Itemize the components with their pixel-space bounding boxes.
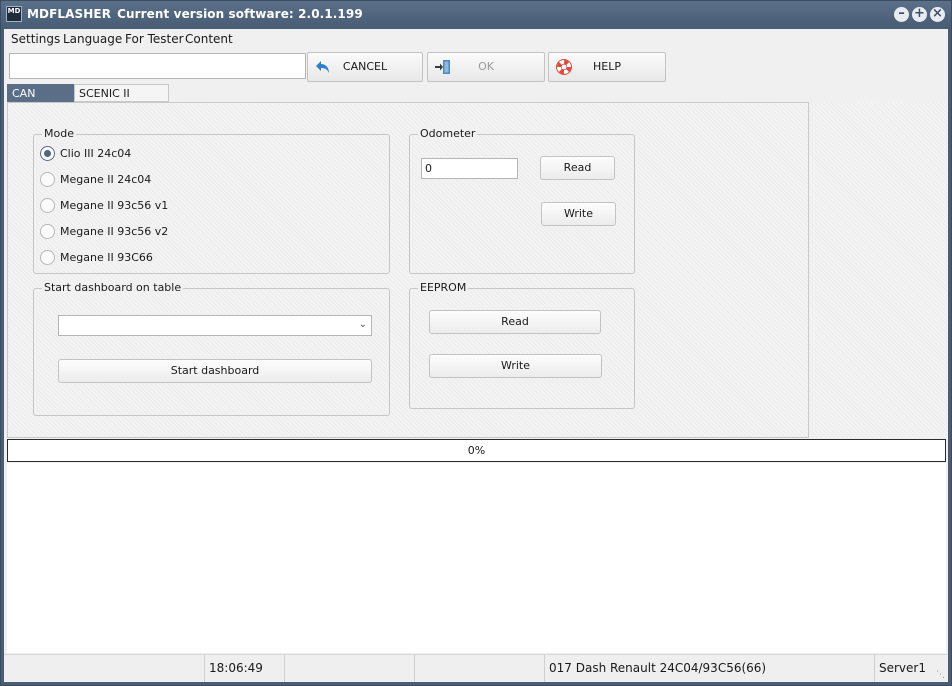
panel-background — [809, 102, 948, 438]
start-dashboard-button[interactable]: Start dashboard — [58, 359, 372, 383]
tab-scenic-ii-93c56[interactable]: SCENIC II 93C56 — [74, 84, 169, 117]
cancel-label: CANCEL — [342, 60, 388, 73]
window-title: MDFLASHER Current version software: 2.0.1… — [27, 7, 363, 21]
radio-button[interactable] — [40, 224, 55, 239]
tab-can-obdii[interactable]: CAN OBDII — [7, 84, 74, 117]
radio-button[interactable] — [40, 146, 55, 161]
status-cell-empty — [284, 655, 414, 682]
tab-panel: Mode Clio III 24c04 Megane II 24c04 Mega… — [7, 102, 809, 438]
mode-option-label: Megane II 24c04 — [60, 173, 152, 186]
app-window: MD MDFLASHER Current version software: 2.… — [0, 0, 952, 686]
radio-button[interactable] — [40, 172, 55, 187]
minimize-icon[interactable]: – — [894, 7, 909, 22]
radio-button[interactable] — [40, 198, 55, 213]
odometer-write-button[interactable]: Write — [541, 202, 616, 226]
ok-label: OK — [478, 60, 494, 73]
odometer-group: Odometer 0 Read Write — [409, 127, 635, 274]
status-bar: 18:06:49 017 Dash Renault 24C04/93C56(66… — [4, 654, 948, 682]
progress-text: 0% — [467, 444, 486, 457]
progress-bar: 0% — [7, 439, 946, 462]
chevron-down-icon: ⌄ — [358, 319, 367, 330]
mode-group: Mode Clio III 24c04 Megane II 24c04 Mega… — [33, 127, 390, 274]
close-icon[interactable]: × — [930, 7, 945, 22]
help-button[interactable]: HELP — [548, 52, 666, 82]
dashboard-select[interactable]: ⌄ — [58, 315, 372, 336]
enter-door-icon — [435, 60, 450, 74]
maximize-icon[interactable]: + — [912, 7, 927, 22]
client-area: Settings Language For Tester Content CAN… — [4, 29, 948, 682]
status-device: 017 Dash Renault 24C04/93C56(66) — [544, 655, 874, 682]
odometer-group-title: Odometer — [418, 127, 478, 140]
menu-language[interactable]: Language — [63, 32, 122, 46]
resize-grip-icon[interactable]: ⋱ — [936, 670, 946, 680]
radio-button[interactable] — [40, 250, 55, 265]
status-cell-empty — [4, 655, 204, 682]
menu-settings[interactable]: Settings — [11, 32, 60, 46]
help-label: HELP — [593, 60, 621, 73]
menu-bar: Settings Language For Tester Content — [4, 29, 948, 49]
command-input[interactable] — [9, 53, 306, 79]
app-logo-icon: MD — [6, 6, 22, 22]
eeprom-group-title: EEPROM — [418, 281, 469, 294]
mode-option-label: Megane II 93c56 v1 — [60, 199, 169, 212]
toolbar: CANCEL OK HELP — [4, 50, 948, 84]
odometer-input[interactable]: 0 — [421, 158, 518, 179]
undo-arrow-icon — [316, 61, 329, 73]
menu-for-tester[interactable]: For Tester — [125, 32, 184, 46]
eeprom-write-button[interactable]: Write — [429, 354, 602, 378]
odometer-read-button[interactable]: Read — [540, 156, 615, 180]
mode-option-label: Megane II 93c56 v2 — [60, 225, 169, 238]
menu-content[interactable]: Content — [185, 32, 233, 46]
title-bar[interactable]: MD MDFLASHER Current version software: 2.… — [1, 1, 951, 29]
lifebuoy-icon — [556, 59, 572, 75]
eeprom-read-button[interactable]: Read — [429, 310, 601, 334]
status-cell-empty — [414, 655, 544, 682]
app-name: MDFLASHER — [27, 7, 112, 21]
mode-option-label: Clio III 24c04 — [60, 147, 132, 160]
log-output[interactable] — [7, 463, 946, 653]
mode-group-title: Mode — [42, 127, 76, 140]
start-dashboard-group-title: Start dashboard on table — [42, 281, 184, 294]
status-time: 18:06:49 — [204, 655, 284, 682]
mode-option-label: Megane II 93C66 — [60, 251, 153, 264]
cancel-button[interactable]: CANCEL — [307, 52, 423, 82]
ok-button[interactable]: OK — [427, 52, 545, 82]
version-label: Current version software: 2.0.1.199 — [117, 7, 363, 21]
start-dashboard-group: Start dashboard on table ⌄ Start dashboa… — [33, 281, 390, 416]
eeprom-group: EEPROM Read Write — [409, 281, 635, 409]
